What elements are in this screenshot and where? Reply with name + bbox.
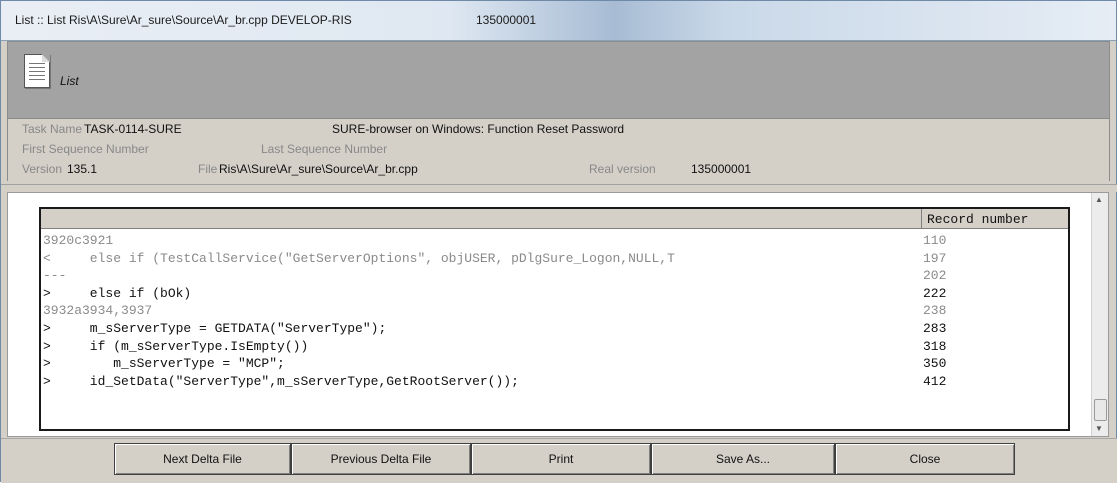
table-row[interactable]: > m_sServerType = GETDATA("ServerType");… (41, 320, 1068, 338)
table-row[interactable]: > m_sServerType = "MCP"; 350 (41, 355, 1068, 373)
real-version-value: 135000001 (691, 162, 752, 176)
divider (1, 184, 1117, 192)
record-number-cell: 350 (923, 356, 947, 372)
table-row[interactable]: --- 202 (41, 267, 1068, 285)
record-number-cell: 197 (923, 250, 947, 266)
code-line: > m_sServerType = "MCP"; (43, 356, 285, 372)
header-label: List (60, 74, 79, 88)
button-bar: Next Delta File Previous Delta File Prin… (1, 438, 1117, 483)
next-delta-file-button[interactable]: Next Delta File (114, 443, 291, 475)
task-description: SURE-browser on Windows: Function Reset … (332, 122, 625, 136)
record-number-cell: 238 (923, 303, 947, 319)
code-line: > m_sServerType = GETDATA("ServerType"); (43, 321, 387, 336)
code-line: > id_SetData("ServerType",m_sServerType,… (43, 373, 519, 389)
title-bar[interactable]: List :: List Ris\A\Sure\Ar_sure\Source\A… (1, 1, 1116, 41)
vertical-scrollbar[interactable]: ▲ ▼ (1091, 193, 1108, 436)
record-number-cell: 318 (923, 338, 947, 354)
close-button[interactable]: Close (835, 443, 1015, 475)
window-title: List :: List Ris\A\Sure\Ar_sure\Source\A… (15, 13, 352, 27)
table-row[interactable]: 3932a3934,3937 238 (41, 302, 1068, 320)
version-value: 135.1 (67, 162, 98, 176)
scroll-thumb[interactable] (1094, 399, 1107, 421)
window-title-number: 135000001 (476, 13, 537, 27)
version-label: Version (22, 162, 63, 176)
print-button[interactable]: Print (471, 443, 651, 475)
header-separator (921, 209, 922, 229)
code-line: > else if (bOk) (43, 285, 192, 301)
content-area: Record number 3920c3921 110 < else if (Tes… (7, 192, 1109, 437)
task-name-label: Task Name (22, 122, 83, 136)
header-panel: List (7, 41, 1110, 119)
table-row[interactable]: > else if (bOk) 222 (41, 285, 1068, 303)
previous-delta-file-button[interactable]: Previous Delta File (291, 443, 471, 475)
code-line: --- (43, 268, 67, 284)
record-number-cell: 202 (923, 268, 947, 284)
delta-grid[interactable]: Record number 3920c3921 110 < else if (Tes… (39, 207, 1070, 431)
arrow-down-icon[interactable]: ▼ (1095, 424, 1103, 433)
record-number-cell: 222 (923, 285, 947, 301)
info-panel: Task Name TASK-0114-SURE SURE-browser on… (7, 119, 1110, 181)
table-row[interactable]: > id_SetData("ServerType",m_sServerType,… (41, 373, 1068, 391)
code-line: 3932a3934,3937 (43, 303, 153, 319)
code-line: 3920c3921 (43, 233, 114, 248)
table-row[interactable]: 3920c3921 110 (41, 232, 1068, 250)
last-sequence-label: Last Sequence Number (261, 142, 388, 156)
table-row[interactable]: > if (m_sServerType.IsEmpty()) 318 (41, 338, 1068, 356)
file-value: Ris\A\Sure\Ar_sure\Source\Ar_br.cpp (219, 162, 418, 176)
record-number-cell: 283 (923, 321, 947, 336)
file-label: File (198, 162, 218, 176)
arrow-up-icon[interactable]: ▲ (1095, 195, 1103, 204)
code-line: < else if (TestCallService("GetServerOpt… (43, 250, 675, 266)
record-number-cell: 412 (923, 373, 947, 389)
grid-header: Record number (41, 209, 1068, 229)
table-row[interactable]: < else if (TestCallService("GetServerOpt… (41, 250, 1068, 268)
task-name-value: TASK-0114-SURE (84, 122, 182, 136)
record-number-header[interactable]: Record number (927, 212, 1028, 227)
real-version-label: Real version (589, 162, 656, 176)
save-as-button[interactable]: Save As... (651, 443, 835, 475)
code-line: > if (m_sServerType.IsEmpty()) (43, 338, 309, 354)
first-sequence-label: First Sequence Number (22, 142, 149, 156)
list-window: List :: List Ris\A\Sure\Ar_sure\Source\A… (0, 0, 1117, 483)
record-number-cell: 110 (923, 233, 947, 248)
document-icon (24, 54, 50, 88)
